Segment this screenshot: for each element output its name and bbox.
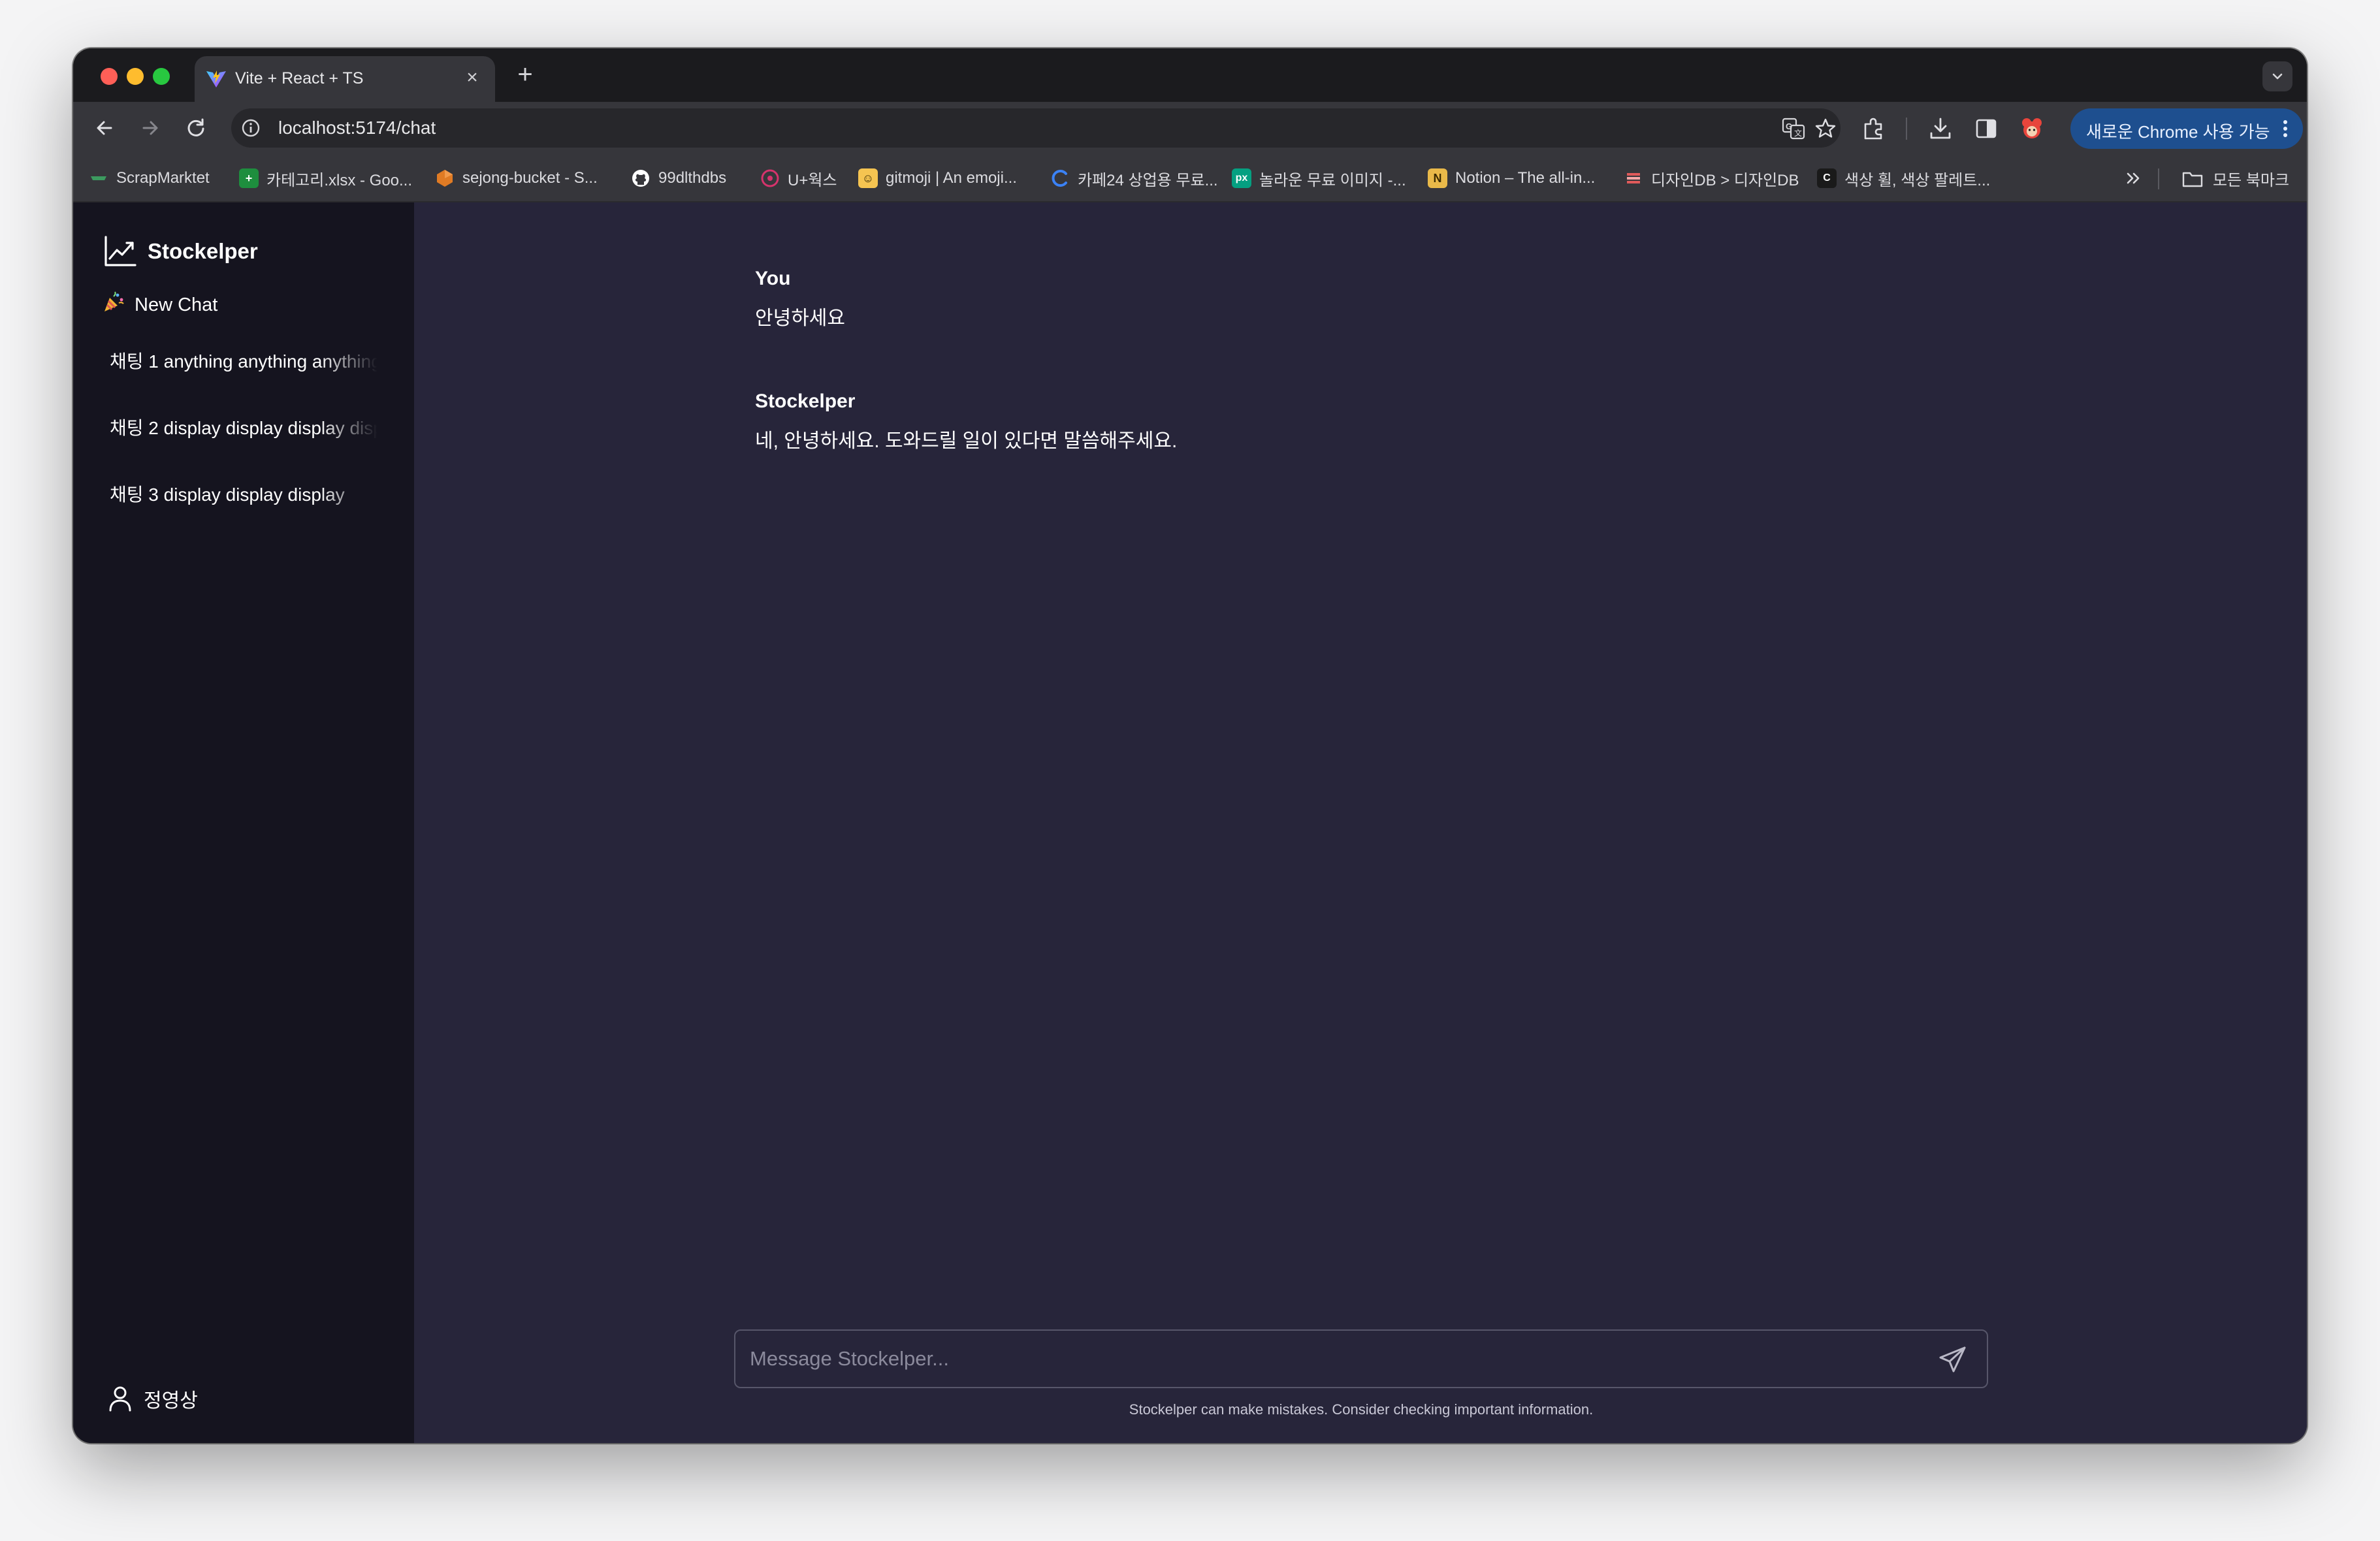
notion-favicon-icon: N	[1428, 168, 1447, 188]
message-user: You 안녕하세요	[755, 268, 845, 330]
url-text: localhost:5174/chat	[278, 118, 436, 138]
site-info-icon[interactable]	[240, 118, 261, 138]
message-author: Stockelper	[755, 390, 856, 412]
chat-history-item[interactable]: 채팅 2 display display display display	[110, 414, 378, 443]
close-window-button[interactable]	[101, 68, 118, 85]
bookmark-item[interactable]: + 카테고리.xlsx - Goo...	[239, 167, 412, 189]
app-root: Stockelper New Chat 채팅 1 anything anythi…	[73, 202, 2307, 1443]
maximize-window-button[interactable]	[153, 68, 170, 85]
scrapmarket-favicon-icon	[89, 168, 108, 188]
address-bar[interactable]: localhost:5174/chat G 文	[231, 108, 1841, 148]
forward-button[interactable]	[137, 115, 163, 141]
arrow-right-icon	[142, 121, 158, 135]
aws-s3-favicon-icon	[435, 168, 455, 188]
brand-name: Stockelper	[148, 239, 258, 263]
bookmark-item[interactable]: ScrapMarktet	[89, 167, 210, 189]
svg-text:G: G	[1786, 121, 1792, 131]
color-wheel-favicon-icon: C	[1817, 168, 1837, 188]
bookmark-item[interactable]: px 놀라운 무료 이미지 -...	[1232, 167, 1406, 189]
tab-strip: Vite + React + TS × +	[73, 48, 2307, 102]
disclaimer-text: Stockelper can make mistakes. Consider c…	[1129, 1401, 1594, 1418]
new-chat-button[interactable]: New Chat	[102, 291, 217, 319]
new-tab-button[interactable]: +	[512, 61, 538, 87]
bookmark-item[interactable]: sejong-bucket - S...	[435, 167, 598, 189]
browser-window: Vite + React + TS × + localhost:5174/cha…	[73, 48, 2307, 1443]
back-button[interactable]	[91, 115, 118, 141]
close-tab-icon[interactable]: ×	[461, 67, 483, 89]
bookmark-item[interactable]: N Notion – The all-in...	[1428, 167, 1595, 189]
bookmark-item[interactable]: C 색상 휠, 색상 팔레트...	[1817, 167, 1990, 189]
bookmark-item[interactable]: U+웍스	[760, 167, 837, 189]
chrome-update-button[interactable]: 새로운 Chrome 사용 가능	[2070, 108, 2303, 149]
chat-history-item[interactable]: 채팅 3 display display display	[110, 481, 378, 509]
bookmark-item[interactable]: ☺ gitmoji | An emoji...	[858, 167, 1017, 189]
chrome-update-label: 새로운 Chrome 사용 가능	[2086, 122, 2270, 142]
brand: Stockelper	[103, 235, 258, 268]
tab-search-button[interactable]	[2262, 61, 2292, 91]
message-text: 안녕하세요	[755, 308, 845, 329]
message-input[interactable]	[750, 1331, 1912, 1387]
chat-main: You 안녕하세요 Stockelper 네, 안녕하세요. 도와드릴 일이 있…	[414, 202, 2307, 1443]
uplus-favicon-icon	[760, 168, 780, 188]
user-icon	[109, 1386, 131, 1412]
arrow-left-icon	[97, 121, 112, 135]
send-icon[interactable]	[1938, 1345, 1967, 1374]
vite-icon	[206, 71, 226, 87]
translate-icon[interactable]: G 文	[1782, 118, 1805, 140]
message-text: 네, 안녕하세요. 도와드릴 일이 있다면 말씀해주세요.	[755, 430, 1178, 452]
chat-history-item[interactable]: 채팅 1 anything anything anything	[110, 347, 378, 376]
reload-button[interactable]	[183, 115, 209, 141]
message-assistant: Stockelper 네, 안녕하세요. 도와드릴 일이 있다면 말씀해주세요.	[755, 390, 1177, 453]
download-icon[interactable]	[1928, 116, 1953, 141]
folder-icon	[2182, 172, 2203, 187]
bookmark-item[interactable]: 99dlthdbs	[631, 167, 726, 189]
bookmark-item[interactable]: 디자인DB > 디자인DB	[1624, 167, 1799, 189]
gitmoji-favicon-icon: ☺	[858, 168, 878, 188]
side-panel-icon[interactable]	[1974, 116, 1999, 141]
toolbar-divider	[1906, 118, 1907, 140]
cafe24-favicon-icon	[1050, 168, 1070, 188]
svg-text:文: 文	[1794, 128, 1802, 138]
sheets-favicon-icon: +	[239, 168, 259, 188]
new-chat-label: New Chat	[135, 294, 218, 315]
minimize-window-button[interactable]	[127, 68, 144, 85]
chevron-down-icon	[2272, 73, 2283, 80]
message-author: You	[755, 268, 791, 289]
user-profile[interactable]: 정영상	[108, 1384, 198, 1413]
extensions-icon[interactable]	[1861, 116, 1886, 141]
chart-trend-icon	[105, 236, 137, 266]
reload-icon	[187, 118, 204, 136]
designdb-favicon-icon	[1624, 168, 1643, 188]
all-bookmarks-folder[interactable]: 모든 북마크	[2181, 167, 2289, 190]
tab-title: Vite + React + TS	[235, 69, 364, 87]
browser-toolbar: localhost:5174/chat G 文 새로운 Chrome 사용 가능	[73, 102, 2307, 154]
bookmarks-bar: ScrapMarktet + 카테고리.xlsx - Goo... sejong…	[73, 154, 2307, 202]
user-name: 정영상	[144, 1390, 198, 1412]
party-popper-icon	[102, 291, 124, 319]
chevron-double-right-icon[interactable]	[2124, 168, 2144, 188]
message-composer	[734, 1329, 1988, 1388]
more-menu-icon	[2283, 120, 2287, 137]
active-tab[interactable]: Vite + React + TS ×	[195, 56, 495, 102]
bookmarks-divider	[2158, 168, 2159, 189]
sidebar: Stockelper New Chat 채팅 1 anything anythi…	[73, 202, 414, 1443]
pexels-favicon-icon: px	[1232, 168, 1251, 188]
bookmark-item[interactable]: 카페24 상업용 무료...	[1050, 167, 1218, 189]
profile-avatar-icon[interactable]	[2019, 116, 2044, 141]
github-favicon-icon	[631, 168, 651, 188]
bookmark-star-icon[interactable]	[1814, 118, 1837, 140]
